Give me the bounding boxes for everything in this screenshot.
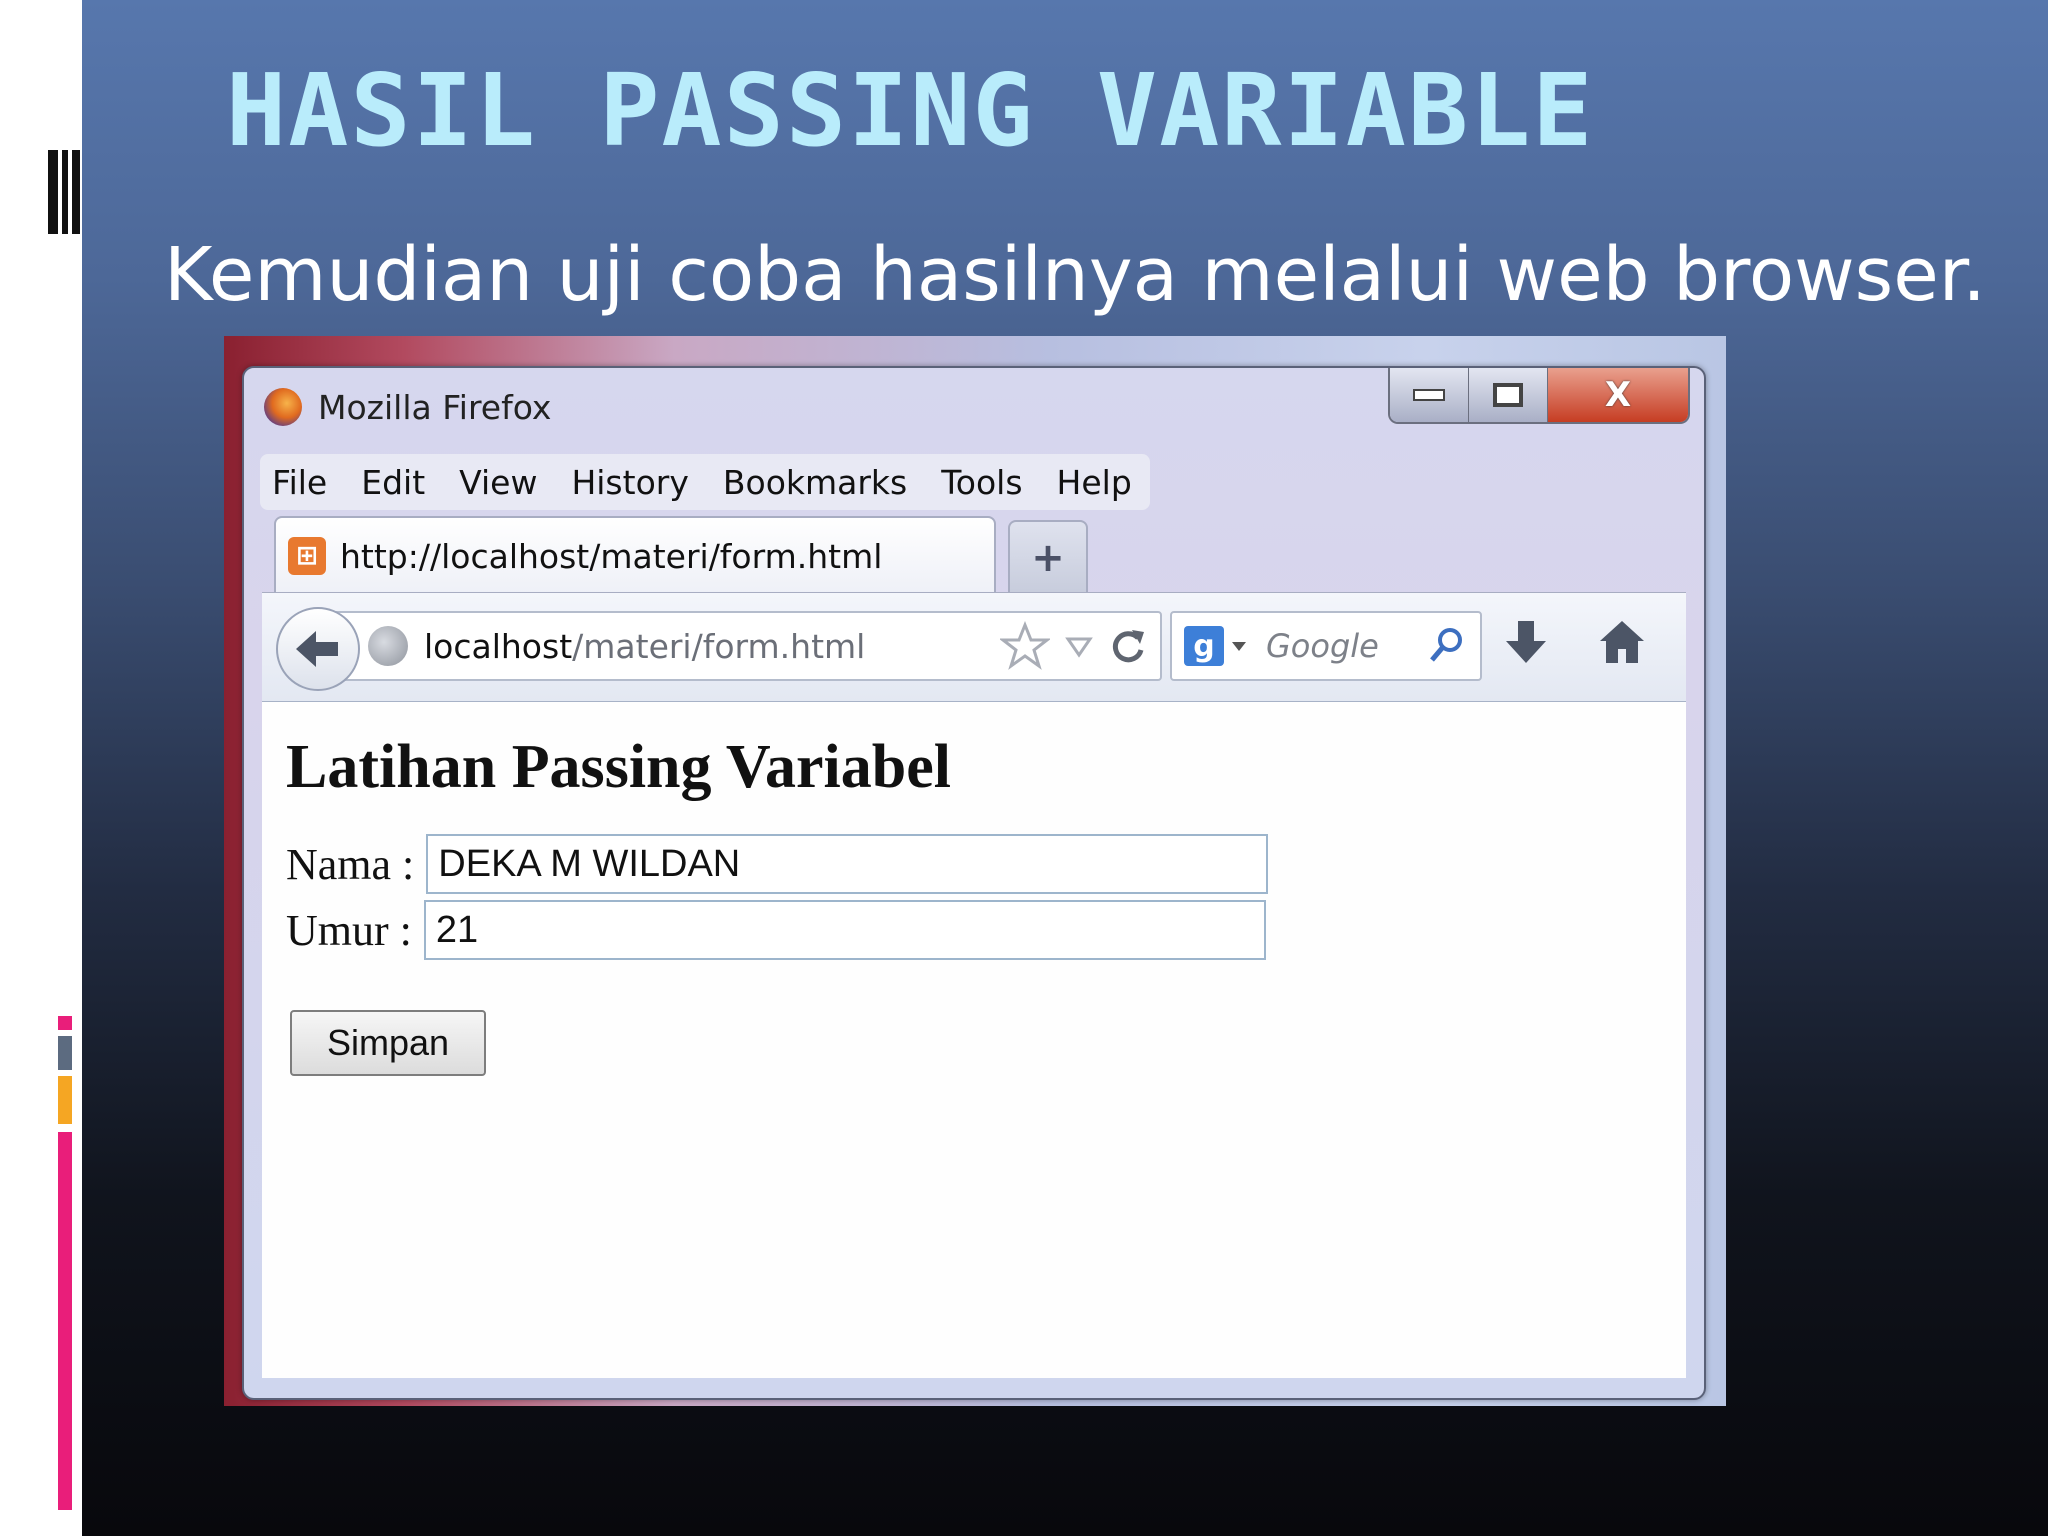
address-bar-icons bbox=[1000, 621, 1148, 671]
accent-bar-black-3 bbox=[72, 150, 80, 234]
slide-left-strip bbox=[0, 0, 82, 1536]
browser-screenshot: Mozilla Firefox X File Edit View History… bbox=[224, 336, 1726, 1406]
globe-icon bbox=[368, 626, 408, 666]
menu-history[interactable]: History bbox=[571, 463, 688, 502]
page-content: Latihan Passing Variabel Nama : Umur : S… bbox=[262, 702, 1686, 1378]
maximize-button[interactable] bbox=[1469, 368, 1548, 422]
nama-label: Nama : bbox=[286, 839, 415, 889]
maximize-icon bbox=[1493, 383, 1523, 407]
window-titlebar: Mozilla Firefox bbox=[264, 382, 551, 432]
umur-input[interactable] bbox=[423, 900, 1266, 960]
home-icon[interactable] bbox=[1598, 619, 1646, 665]
search-placeholder: Google bbox=[1266, 627, 1379, 665]
tab-form-html[interactable]: ⊞ http://localhost/materi/form.html bbox=[274, 516, 996, 594]
firefox-window: Mozilla Firefox X File Edit View History… bbox=[242, 366, 1706, 1400]
close-button[interactable]: X bbox=[1548, 368, 1688, 422]
address-host: localhost bbox=[424, 626, 573, 666]
google-engine-icon[interactable]: g bbox=[1184, 626, 1224, 666]
accent-bar-black-1 bbox=[48, 150, 58, 234]
download-icon[interactable] bbox=[1504, 619, 1548, 665]
accent-bar-pink-2 bbox=[58, 1132, 72, 1510]
close-icon: X bbox=[1604, 375, 1632, 415]
navigation-toolbar: localhost/materi/form.html g Google bbox=[262, 592, 1686, 703]
xampp-icon: ⊞ bbox=[288, 537, 326, 575]
new-tab-button[interactable]: + bbox=[1008, 520, 1088, 594]
address-path: /materi/form.html bbox=[572, 626, 866, 666]
menu-bar: File Edit View History Bookmarks Tools H… bbox=[260, 454, 1150, 510]
history-dropdown-icon[interactable] bbox=[1064, 631, 1094, 661]
minimize-button[interactable] bbox=[1390, 368, 1469, 422]
address-bar[interactable]: localhost/materi/form.html bbox=[332, 611, 1162, 681]
nama-row: Nama : bbox=[286, 834, 1269, 894]
minimize-icon bbox=[1413, 389, 1445, 401]
accent-bar-orange bbox=[58, 1076, 72, 1124]
menu-help[interactable]: Help bbox=[1057, 463, 1132, 502]
window-title: Mozilla Firefox bbox=[318, 387, 552, 427]
menu-view[interactable]: View bbox=[459, 463, 537, 502]
slide-title: HASIL PASSING VARIABLE bbox=[226, 52, 1595, 169]
menu-tools[interactable]: Tools bbox=[941, 463, 1022, 502]
window-controls: X bbox=[1388, 368, 1690, 424]
bookmark-star-icon[interactable] bbox=[1000, 621, 1050, 671]
engine-dropdown-icon bbox=[1232, 641, 1246, 651]
back-button[interactable] bbox=[276, 607, 360, 691]
tab-label: http://localhost/materi/form.html bbox=[340, 536, 883, 576]
accent-bar-pink-1 bbox=[58, 1016, 72, 1030]
search-icon[interactable] bbox=[1426, 625, 1466, 665]
simpan-button[interactable]: Simpan bbox=[290, 1010, 486, 1076]
umur-row: Umur : bbox=[286, 900, 1266, 960]
slide-subtitle: Kemudian uji coba hasilnya melalui web b… bbox=[164, 232, 1986, 318]
accent-bar-black-2 bbox=[62, 150, 68, 234]
toolbar-buttons bbox=[1504, 619, 1646, 665]
nama-input[interactable] bbox=[426, 834, 1269, 894]
menu-file[interactable]: File bbox=[272, 463, 327, 502]
reload-icon[interactable] bbox=[1108, 626, 1148, 666]
search-bar[interactable]: g Google bbox=[1170, 611, 1482, 681]
menu-bookmarks[interactable]: Bookmarks bbox=[723, 463, 907, 502]
umur-label: Umur : bbox=[286, 905, 412, 955]
firefox-logo-icon bbox=[264, 388, 302, 426]
page-heading: Latihan Passing Variabel bbox=[286, 733, 951, 801]
menu-edit[interactable]: Edit bbox=[361, 463, 425, 502]
accent-bar-grey bbox=[58, 1036, 72, 1070]
back-arrow-icon bbox=[296, 631, 338, 667]
